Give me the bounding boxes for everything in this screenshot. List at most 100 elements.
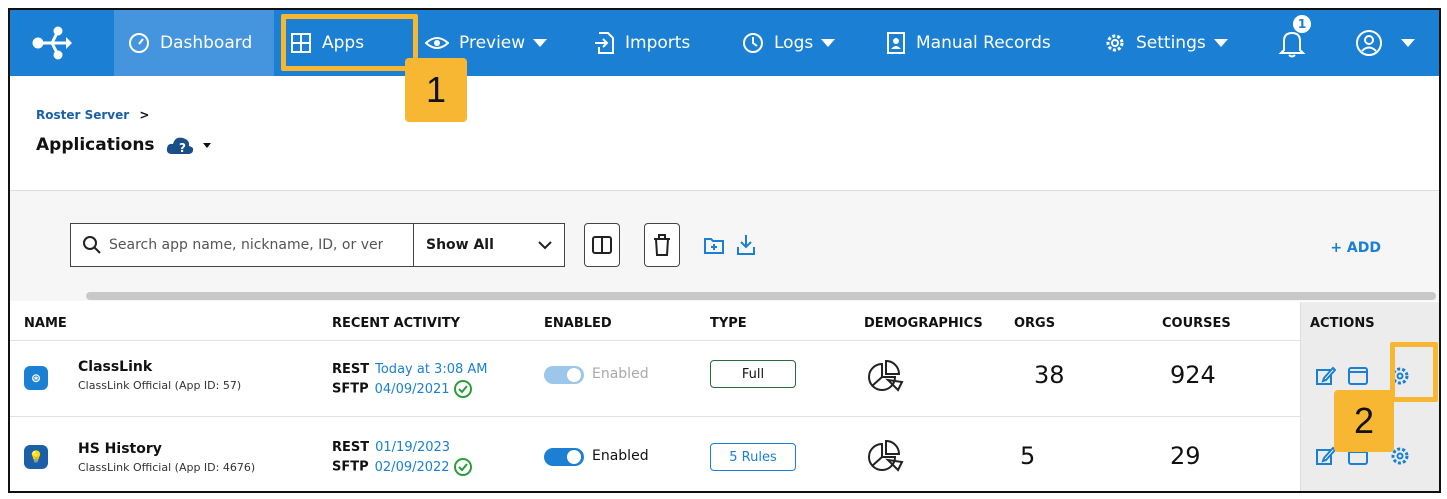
rest-label: REST xyxy=(332,362,370,377)
sftp-value[interactable]: 04/09/2021 xyxy=(375,382,450,397)
courses-count: 924 xyxy=(1170,361,1216,389)
nav-logs[interactable]: Logs xyxy=(742,10,836,76)
apps-highlight xyxy=(281,14,418,71)
nav-manual-records-label: Manual Records xyxy=(916,33,1051,53)
table-row[interactable] xyxy=(10,340,1300,416)
filter-value: Show All xyxy=(426,237,494,253)
chevron-down-icon xyxy=(533,39,548,47)
user-avatar-icon xyxy=(1356,30,1382,56)
col-name[interactable]: NAME xyxy=(24,316,67,331)
import-file-icon xyxy=(595,32,614,54)
app-subtitle: ClassLink Official (App ID: 4676) xyxy=(78,461,256,474)
toggle-knob xyxy=(567,450,581,464)
table-row[interactable] xyxy=(10,416,1300,491)
top-nav: Dashboard Apps Preview Imports Logs Manu… xyxy=(10,10,1439,76)
nav-logs-label: Logs xyxy=(774,33,814,53)
nav-imports-label: Imports xyxy=(625,33,691,53)
user-menu-button[interactable] xyxy=(1355,10,1415,76)
settings-gear-highlight xyxy=(1390,342,1438,402)
chevron-down-icon[interactable] xyxy=(202,142,211,148)
window-icon[interactable] xyxy=(1348,366,1368,386)
gear-icon xyxy=(1106,34,1124,52)
chevron-down-icon xyxy=(538,241,552,250)
type-badge[interactable]: Full xyxy=(710,360,796,388)
cloud-help-icon[interactable]: ? xyxy=(165,134,195,156)
page-title: Applications xyxy=(36,135,155,155)
col-recent-activity[interactable]: RECENT ACTIVITY xyxy=(332,316,460,331)
col-type[interactable]: TYPE xyxy=(710,316,747,331)
rest-label: REST xyxy=(332,440,370,455)
col-courses[interactable]: COURSES xyxy=(1162,316,1231,331)
search-placeholder: Search app name, nickname, ID, or ver xyxy=(109,237,384,253)
columns-icon xyxy=(592,236,612,254)
activity-rest: REST Today at 3:08 AM xyxy=(332,362,488,377)
speedometer-icon xyxy=(129,33,149,53)
col-actions: ACTIONS xyxy=(1310,316,1375,331)
chevron-down-icon xyxy=(1213,39,1228,47)
callout-2: 2 xyxy=(1334,390,1394,452)
notification-badge: 1 xyxy=(1292,14,1312,34)
app-name[interactable]: HS History xyxy=(78,441,162,457)
app-name[interactable]: ClassLink xyxy=(78,359,152,375)
sftp-label: SFTP xyxy=(332,459,369,475)
sftp-label: SFTP xyxy=(332,381,369,397)
rest-value[interactable]: 01/19/2023 xyxy=(375,440,450,455)
edit-icon[interactable] xyxy=(1316,446,1336,466)
type-badge[interactable]: 5 Rules xyxy=(710,443,796,471)
orgs-count: 38 xyxy=(1034,361,1065,389)
breadcrumb-separator: > xyxy=(139,108,150,122)
svg-text:?: ? xyxy=(179,141,186,155)
enabled-toggle[interactable] xyxy=(544,448,584,466)
check-circle-icon xyxy=(453,458,472,476)
page-title-row: Applications ? xyxy=(36,134,211,156)
activity-sftp: SFTP 04/09/2021 xyxy=(332,380,472,398)
activity-sftp: SFTP 02/09/2022 xyxy=(332,458,472,476)
enabled-label: Enabled xyxy=(592,448,649,464)
breadcrumb-root[interactable]: Roster Server xyxy=(36,108,129,122)
clock-icon xyxy=(743,33,763,53)
check-circle-icon xyxy=(453,380,472,398)
rest-value[interactable]: Today at 3:08 AM xyxy=(375,362,487,377)
lightbulb-app-icon: 💡 xyxy=(24,445,48,469)
nav-settings[interactable]: Settings xyxy=(1104,10,1228,76)
nav-dashboard-label: Dashboard xyxy=(160,33,253,53)
classlink-app-icon: ⊛ xyxy=(24,366,48,390)
col-demographics[interactable]: DEMOGRAPHICS xyxy=(864,316,983,331)
enabled-label: Enabled xyxy=(592,366,649,382)
orgs-count: 5 xyxy=(1020,442,1036,470)
folder-add-icon[interactable] xyxy=(704,236,724,254)
breadcrumb: Roster Server > xyxy=(36,108,149,122)
app-window: Dashboard Apps Preview Imports Logs Manu… xyxy=(8,8,1441,493)
share-network-icon[interactable] xyxy=(32,10,82,76)
nav-imports[interactable]: Imports xyxy=(595,10,690,76)
nav-preview-label: Preview xyxy=(459,33,526,53)
nav-settings-label: Settings xyxy=(1136,33,1206,53)
pie-chart-icon[interactable] xyxy=(866,360,904,394)
app-subtitle: ClassLink Official (App ID: 57) xyxy=(78,379,242,392)
chevron-down-icon xyxy=(821,39,836,47)
col-enabled[interactable]: ENABLED xyxy=(544,316,612,331)
id-card-icon xyxy=(887,32,905,54)
trash-icon xyxy=(654,234,670,256)
search-icon xyxy=(83,236,101,254)
pie-chart-icon[interactable] xyxy=(866,440,904,474)
filter-select[interactable]: Show All xyxy=(413,223,565,267)
edit-icon[interactable] xyxy=(1316,366,1336,386)
columns-button[interactable] xyxy=(584,223,620,267)
delete-button[interactable] xyxy=(644,223,680,267)
courses-count: 29 xyxy=(1170,442,1201,470)
nav-dashboard[interactable]: Dashboard xyxy=(114,10,274,76)
search-input[interactable]: Search app name, nickname, ID, or ver xyxy=(70,223,414,267)
callout-1: 1 xyxy=(405,58,467,122)
activity-rest: REST 01/19/2023 xyxy=(332,440,450,455)
eye-icon xyxy=(425,37,449,49)
download-icon[interactable] xyxy=(736,234,756,256)
enabled-toggle[interactable] xyxy=(544,366,584,384)
chevron-down-icon xyxy=(1401,39,1415,47)
horizontal-scrollbar[interactable] xyxy=(86,292,1436,300)
add-button[interactable]: + ADD xyxy=(1330,240,1381,256)
sftp-value[interactable]: 02/09/2022 xyxy=(375,460,450,475)
col-orgs[interactable]: ORGS xyxy=(1014,316,1055,331)
toggle-knob xyxy=(567,368,581,382)
nav-manual-records[interactable]: Manual Records xyxy=(886,10,1051,76)
